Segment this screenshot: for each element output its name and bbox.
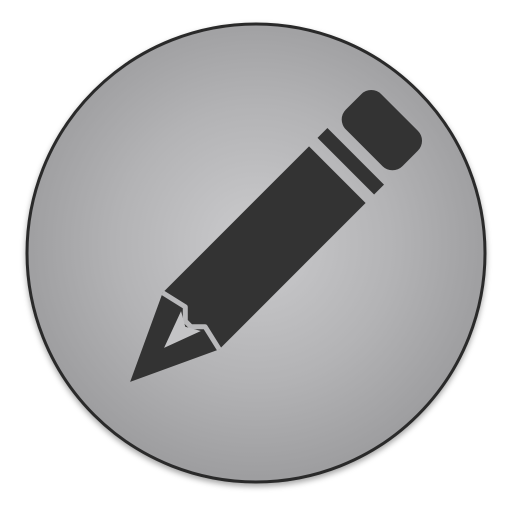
- edit-app-icon[interactable]: [0, 0, 512, 512]
- app-icon-canvas: [0, 0, 512, 512]
